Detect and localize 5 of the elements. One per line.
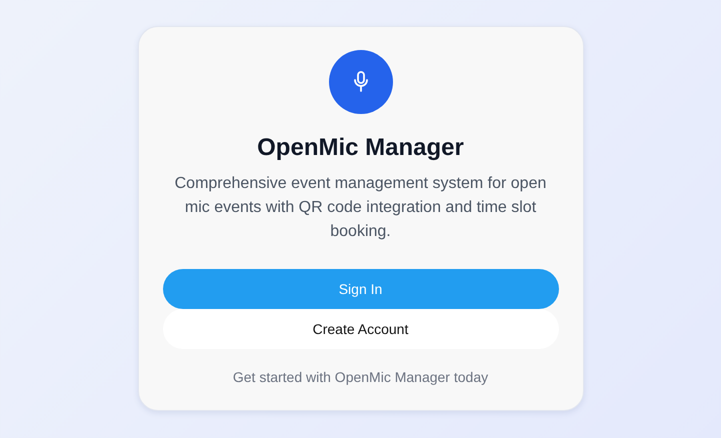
app-title: OpenMic Manager [257,134,464,162]
footer-text: Get started with OpenMic Manager today [232,369,488,385]
create-account-button[interactable]: Create Account [162,309,558,349]
app-description: Comprehensive event management system for open mic events with QR code integration and time slot booking. [174,174,548,242]
microphone-icon [352,71,368,93]
